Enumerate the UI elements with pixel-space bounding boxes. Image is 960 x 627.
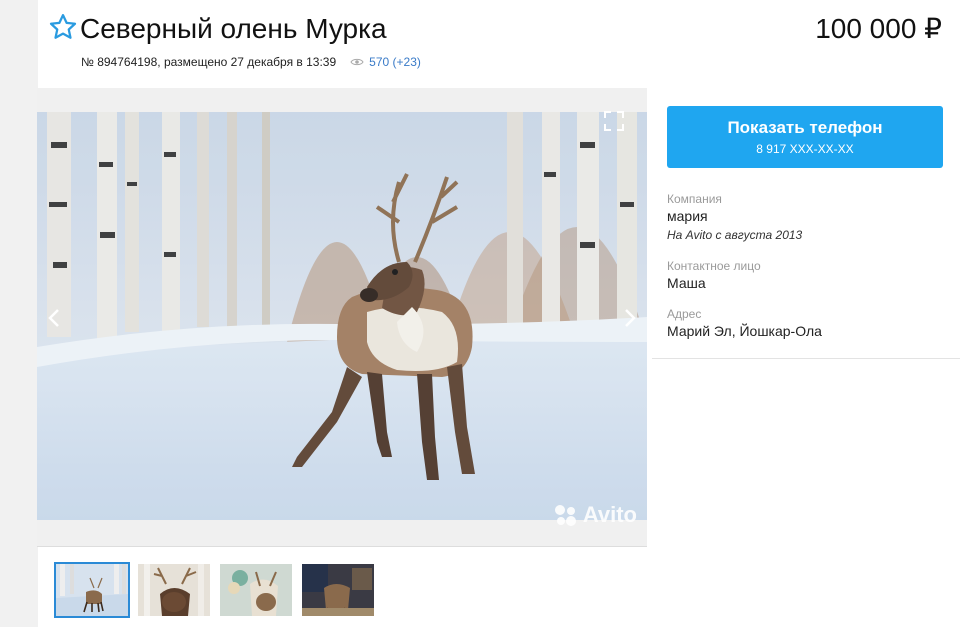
sidebar-divider [652, 358, 960, 359]
star-icon[interactable] [48, 12, 78, 42]
reindeer-photo [37, 112, 647, 520]
thumbnail-2[interactable] [138, 564, 210, 616]
thumbnail-1[interactable] [54, 562, 130, 618]
eye-icon [350, 58, 364, 66]
chevron-right-icon[interactable] [621, 306, 639, 330]
address-caption: Адрес [667, 307, 702, 321]
listing-meta: № 894764198, размещено 27 декабря в 13:3… [81, 54, 421, 70]
listing-title: Северный олень Мурка [80, 13, 387, 44]
contact-block: Контактное лицо Маша [667, 258, 761, 293]
listing-number-date: № 894764198, размещено 27 декабря в 13:3… [81, 55, 337, 69]
photo-gallery: Avito [37, 88, 647, 547]
address-block: Адрес Марий Эл, Йошкар-Ола [667, 306, 822, 341]
phone-number-masked: 8 917 XXX-XX-XX [756, 142, 854, 156]
listing-header: Северный олень Мурка 100 000 ₽ № 8947641… [48, 10, 948, 80]
fullscreen-icon[interactable] [603, 110, 625, 132]
thumbnail-3[interactable] [220, 564, 292, 616]
watermark-text: Avito [582, 502, 637, 527]
views-counter[interactable]: 570 (+23) [350, 54, 421, 70]
page-left-margin [0, 0, 38, 627]
avito-logo-icon [554, 505, 576, 526]
contact-caption: Контактное лицо [667, 259, 761, 273]
company-name[interactable]: мария [667, 207, 802, 226]
company-block: Компания мария На Avito с августа 2013 [667, 191, 802, 244]
on-avito-since: На Avito с августа 2013 [667, 228, 803, 242]
contact-name: Маша [667, 275, 706, 291]
address-value: Марий Эл, Йошкар-Ола [667, 323, 822, 339]
company-caption: Компания [667, 192, 722, 206]
show-phone-label: Показать телефон [727, 118, 883, 137]
show-phone-button[interactable]: Показать телефон 8 917 XXX-XX-XX [667, 106, 943, 168]
seller-sidebar: Показать телефон 8 917 XXX-XX-XX Компани… [652, 88, 960, 627]
thumbnail-4[interactable] [302, 564, 374, 616]
main-photo[interactable] [37, 112, 647, 520]
chevron-left-icon[interactable] [45, 306, 63, 330]
thumbnail-strip [54, 562, 374, 618]
avito-watermark: Avito [552, 502, 637, 528]
views-count: 570 (+23) [369, 55, 421, 69]
listing-price: 100 000 ₽ [815, 13, 942, 44]
